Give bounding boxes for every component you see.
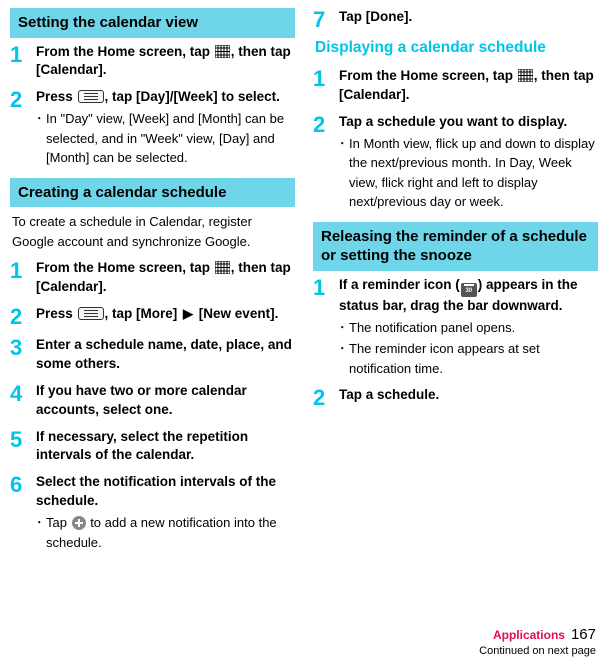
step-title: If necessary, select the repetition inte…: [36, 428, 295, 466]
step: 5 If necessary, select the repetition in…: [10, 428, 295, 466]
step: 6 Select the notification intervals of t…: [10, 473, 295, 552]
step-title: Tap a schedule.: [339, 386, 598, 405]
step-body: Enter a schedule name, date, place, and …: [36, 336, 295, 374]
step-title: Press , tap [Day]/[Week] to select.: [36, 88, 295, 107]
grid-icon: [518, 69, 533, 82]
section-header-setting-view: Setting the calendar view: [10, 8, 295, 38]
step-title: From the Home screen, tap , then tap [Ca…: [339, 67, 598, 105]
step-number: 7: [313, 9, 339, 31]
step: 1 From the Home screen, tap , then tap […: [313, 67, 598, 105]
step-title: Enter a schedule name, date, place, and …: [36, 336, 295, 374]
reminder-icon: 30: [461, 283, 477, 297]
step-number: 3: [10, 337, 36, 374]
add-circle-icon: [72, 516, 86, 530]
bullet-dot: ･: [36, 109, 46, 168]
step: 2 Press , tap [Day]/[Week] to select. ･ …: [10, 88, 295, 167]
bullet-dot: ･: [36, 513, 46, 552]
step-number: 1: [10, 44, 36, 81]
step-title: If a reminder icon (30) appears in the s…: [339, 276, 598, 316]
step-number: 2: [313, 114, 339, 212]
page-footer: Applications 167 Continued on next page: [479, 626, 596, 657]
bullet-text: The notification panel opens.: [349, 318, 598, 338]
step-body: If you have two or more calendar account…: [36, 382, 295, 420]
step-body: Press , tap [More] ▶ [New event].: [36, 305, 295, 328]
step-bullet: ･ The reminder icon appears at set notif…: [339, 339, 598, 378]
text: From the Home screen, tap: [36, 260, 214, 275]
section-header-releasing-reminder: Releasing the reminder of a schedule or …: [313, 222, 598, 271]
step-title: If you have two or more calendar account…: [36, 382, 295, 420]
footer-app-label: Applications: [493, 628, 565, 642]
step-body: From the Home screen, tap , then tap [Ca…: [339, 67, 598, 105]
step-bullet: ･ The notification panel opens.: [339, 318, 598, 338]
intro-text: To create a schedule in Calendar, regist…: [12, 212, 295, 251]
step-title: Press , tap [More] ▶ [New event].: [36, 305, 295, 324]
step: 2 Press , tap [More] ▶ [New event].: [10, 305, 295, 328]
text: [New event].: [195, 306, 278, 321]
step-title: From the Home screen, tap , then tap [Ca…: [36, 43, 295, 81]
step-body: Tap a schedule.: [339, 386, 598, 409]
step-title: Select the notification intervals of the…: [36, 473, 295, 511]
step-number: 2: [10, 306, 36, 328]
step-number: 2: [10, 89, 36, 167]
text: Press: [36, 306, 77, 321]
step-title: Tap [Done].: [339, 8, 598, 27]
grid-icon: [215, 261, 230, 274]
step-title: Tap a schedule you want to display.: [339, 113, 598, 132]
step: 4 If you have two or more calendar accou…: [10, 382, 295, 420]
step-body: Tap [Done].: [339, 8, 598, 31]
step: 1 From the Home screen, tap , then tap […: [10, 43, 295, 81]
grid-icon: [215, 45, 230, 58]
text: Tap: [46, 515, 71, 530]
menu-icon: [78, 307, 104, 320]
step-body: Select the notification intervals of the…: [36, 473, 295, 552]
continued-text: Continued on next page: [479, 645, 596, 657]
step-body: From the Home screen, tap , then tap [Ca…: [36, 43, 295, 81]
text: , tap [More]: [105, 306, 182, 321]
text: If a reminder icon (: [339, 277, 460, 292]
page-content: Setting the calendar view 1 From the Hom…: [0, 0, 608, 560]
step-number: 1: [10, 260, 36, 297]
step-number: 1: [313, 277, 339, 378]
arrow-icon: ▶: [183, 305, 193, 323]
text: , tap [Day]/[Week] to select.: [105, 89, 280, 104]
step: 1 If a reminder icon (30) appears in the…: [313, 276, 598, 378]
step-number: 5: [10, 429, 36, 466]
step-number: 6: [10, 474, 36, 552]
bullet-dot: ･: [339, 339, 349, 378]
step-body: If a reminder icon (30) appears in the s…: [339, 276, 598, 378]
step-number: 1: [313, 68, 339, 105]
bullet-text: Tap to add a new notification into the s…: [46, 513, 295, 552]
step-body: Press , tap [Day]/[Week] to select. ･ In…: [36, 88, 295, 167]
bullet-dot: ･: [339, 318, 349, 338]
bullet-dot: ･: [339, 134, 349, 212]
step-title: From the Home screen, tap , then tap [Ca…: [36, 259, 295, 297]
section-title-displaying: Displaying a calendar schedule: [315, 39, 598, 57]
section-header-creating-schedule: Creating a calendar schedule: [10, 178, 295, 208]
step: 3 Enter a schedule name, date, place, an…: [10, 336, 295, 374]
step: 2 Tap a schedule you want to display. ･ …: [313, 113, 598, 212]
step-body: If necessary, select the repetition inte…: [36, 428, 295, 466]
step: 7 Tap [Done].: [313, 8, 598, 31]
text: From the Home screen, tap: [339, 68, 517, 83]
right-column: 7 Tap [Done]. Displaying a calendar sche…: [313, 8, 598, 560]
bullet-text: The reminder icon appears at set notific…: [349, 339, 598, 378]
step: 1 From the Home screen, tap , then tap […: [10, 259, 295, 297]
step-body: Tap a schedule you want to display. ･ In…: [339, 113, 598, 212]
footer-line: Applications 167: [479, 626, 596, 643]
step-bullet: ･ In "Day" view, [Week] and [Month] can …: [36, 109, 295, 168]
bullet-text: In Month view, flick up and down to disp…: [349, 134, 598, 212]
step-bullet: ･ In Month view, flick up and down to di…: [339, 134, 598, 212]
step: 2 Tap a schedule.: [313, 386, 598, 409]
menu-icon: [78, 90, 104, 103]
step-number: 4: [10, 383, 36, 420]
text: From the Home screen, tap: [36, 44, 214, 59]
step-body: From the Home screen, tap , then tap [Ca…: [36, 259, 295, 297]
text: Press: [36, 89, 77, 104]
left-column: Setting the calendar view 1 From the Hom…: [10, 8, 295, 560]
bullet-text: In "Day" view, [Week] and [Month] can be…: [46, 109, 295, 168]
step-number: 2: [313, 387, 339, 409]
step-bullet: ･ Tap to add a new notification into the…: [36, 513, 295, 552]
page-number: 167: [571, 626, 596, 643]
